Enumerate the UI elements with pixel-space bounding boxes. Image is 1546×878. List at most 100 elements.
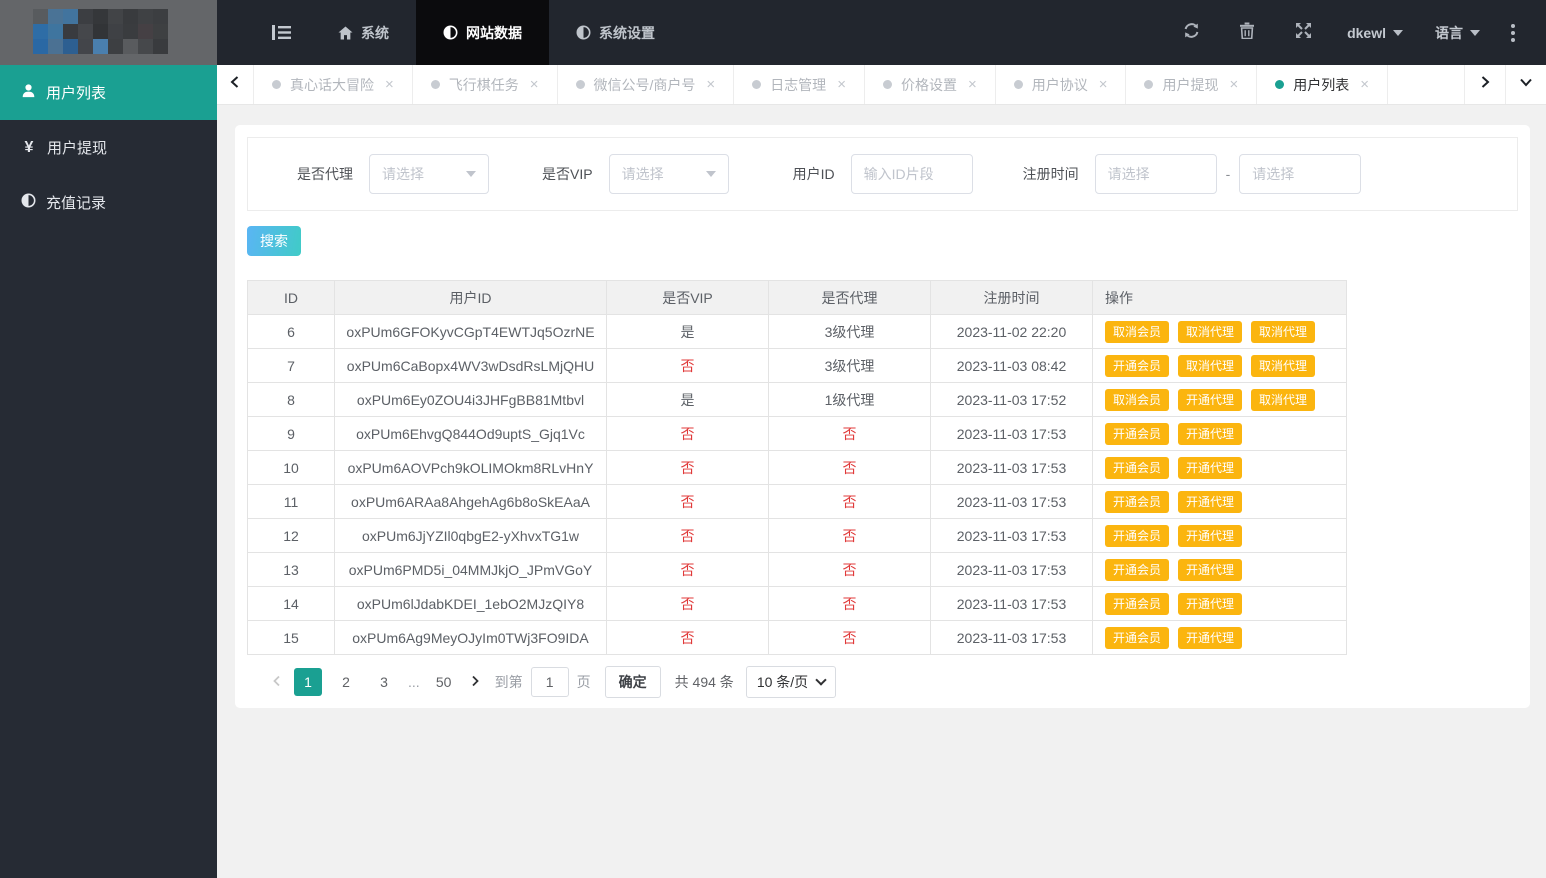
tab-close-icon[interactable]: × [530, 76, 539, 93]
row-reg-time: 2023-11-03 17:53 [930, 450, 1093, 485]
tab-close-icon[interactable]: × [1360, 76, 1369, 93]
nav-item-system-settings[interactable]: 系统设置 [549, 0, 682, 65]
row-agent: 否 [768, 552, 931, 587]
tab-truth-or-dare[interactable]: 真心话大冒险 × [254, 65, 413, 104]
sidebar-toggle-button[interactable] [251, 0, 311, 65]
row-id: 13 [247, 552, 335, 587]
tabs-scroll-right-button[interactable] [1464, 65, 1505, 104]
row-user-id: oxPUm6CaBopx4WV3wDsdRsLMjQHU [334, 348, 607, 383]
open-vip-button[interactable]: 开通会员 [1105, 558, 1170, 581]
cancel-agent-button[interactable]: 取消代理 [1251, 354, 1316, 377]
agent-filter-select[interactable]: 请选择 [369, 154, 489, 194]
tab-user-agreement[interactable]: 用户协议 × [996, 65, 1127, 104]
open-vip-button[interactable]: 开通会员 [1105, 490, 1170, 513]
header-reg-time: 注册时间 [930, 280, 1093, 315]
nav-item-site-data[interactable]: 网站数据 [416, 0, 549, 65]
cancel-agent-button[interactable]: 取消代理 [1251, 320, 1316, 343]
tab-price-settings[interactable]: 价格设置 × [865, 65, 996, 104]
tab-label: 微信公号/商户号 [593, 76, 696, 93]
search-button[interactable]: 搜索 [247, 226, 301, 256]
chevron-down-icon [1518, 75, 1534, 94]
half-circle-icon [21, 193, 36, 212]
open-vip-button[interactable]: 开通会员 [1105, 422, 1170, 445]
sidebar-item-user-withdraw[interactable]: ¥ 用户提现 [0, 120, 217, 175]
tabs-menu-button[interactable] [1505, 65, 1546, 104]
open-agent-button[interactable]: 开通代理 [1178, 388, 1243, 411]
tab-status-dot [430, 80, 440, 89]
tab-close-icon[interactable]: × [385, 76, 394, 93]
tab-close-icon[interactable]: × [837, 76, 846, 93]
open-agent-button[interactable]: 开通代理 [1178, 626, 1243, 649]
more-options-button[interactable] [1496, 0, 1530, 65]
filter-label-reg-time: 注册时间 [1022, 166, 1079, 182]
tabs-scroll-left-button[interactable] [217, 65, 254, 104]
refresh-icon [1183, 22, 1200, 44]
next-page-button[interactable] [463, 667, 487, 697]
open-agent-button[interactable]: 开通代理 [1178, 422, 1243, 445]
row-user-id: oxPUm6lJdabKDEI_1ebO2MJzQIY8 [334, 586, 607, 621]
tab-log-management[interactable]: 日志管理 × [734, 65, 865, 104]
language-label: 语言 [1435, 24, 1463, 41]
open-vip-button[interactable]: 开通会员 [1105, 592, 1170, 615]
open-agent-button[interactable]: 开通代理 [1178, 524, 1243, 547]
chevron-left-icon [228, 74, 242, 95]
language-dropdown[interactable]: 语言 [1419, 0, 1496, 65]
tab-wechat-official-merchant[interactable]: 微信公号/商户号 × [558, 65, 735, 104]
vertical-dots-icon [1511, 23, 1515, 28]
page-button-2[interactable]: 2 [332, 668, 360, 696]
top-navbar: 系统 网站数据 系统设置 dkewl 语言 [0, 0, 1546, 65]
select-value: 请选择 [382, 166, 424, 182]
filter-group-agent: 是否代理 请选择 [297, 154, 489, 194]
tab-close-icon[interactable]: × [1099, 76, 1108, 93]
nav-item-system[interactable]: 系统 [311, 0, 416, 65]
prev-page-button[interactable] [265, 667, 289, 697]
refresh-button[interactable] [1163, 0, 1219, 65]
tab-close-icon[interactable]: × [968, 76, 977, 93]
clear-cache-button[interactable] [1219, 0, 1275, 65]
reg-time-start-input[interactable] [1094, 154, 1217, 194]
cancel-agent-button[interactable]: 取消代理 [1178, 354, 1243, 377]
row-reg-time: 2023-11-03 08:42 [930, 348, 1093, 383]
row-vip: 否 [606, 416, 769, 451]
fullscreen-button[interactable] [1275, 0, 1331, 65]
page-size-select[interactable]: 10 条/页 [745, 666, 837, 698]
open-agent-button[interactable]: 开通代理 [1178, 558, 1243, 581]
header-agent: 是否代理 [768, 280, 931, 315]
page-button-1[interactable]: 1 [294, 668, 322, 696]
open-vip-button[interactable]: 开通会员 [1105, 524, 1170, 547]
open-vip-button[interactable]: 开通会员 [1105, 456, 1170, 479]
tab-close-icon[interactable]: × [1229, 76, 1238, 93]
page-button-50[interactable]: 50 [430, 668, 458, 696]
open-vip-button[interactable]: 开通会员 [1105, 626, 1170, 649]
cancel-vip-button[interactable]: 取消会员 [1105, 388, 1170, 411]
navbar-menu: 系统 网站数据 系统设置 [217, 0, 682, 65]
open-agent-button[interactable]: 开通代理 [1178, 592, 1243, 615]
vip-filter-select[interactable]: 请选择 [608, 154, 729, 194]
sidebar-item-recharge-records[interactable]: 充值记录 [0, 175, 217, 230]
fullscreen-expand-icon [1295, 22, 1312, 44]
nav-item-label: 系统 [361, 24, 389, 41]
sidebar-item-user-list[interactable]: 用户列表 [0, 65, 217, 120]
open-agent-button[interactable]: 开通代理 [1178, 456, 1243, 479]
row-vip: 否 [606, 620, 769, 655]
cancel-agent-button[interactable]: 取消代理 [1178, 320, 1243, 343]
user-id-input[interactable] [850, 154, 973, 194]
tab-flight-chess-task[interactable]: 飞行棋任务 × [413, 65, 558, 104]
tab-user-withdraw[interactable]: 用户提现 × [1126, 65, 1258, 104]
tab-close-icon[interactable]: × [706, 76, 715, 93]
page-button-3[interactable]: 3 [370, 668, 398, 696]
user-menu-dropdown[interactable]: dkewl [1331, 0, 1419, 65]
open-vip-button[interactable]: 开通会员 [1105, 354, 1170, 377]
tab-status-dot [882, 80, 892, 89]
tab-bar: 真心话大冒险 × 飞行棋任务 × 微信公号/商户号 × 日志管理 × 价格设置 × 用户协议 × 用户提… [217, 65, 1546, 105]
sidebar-item-label: 用户列表 [46, 85, 107, 102]
row-agent: 否 [768, 484, 931, 519]
row-actions: 开通会员 开通代理 [1092, 484, 1347, 519]
goto-page-input[interactable] [530, 667, 569, 697]
reg-time-end-input[interactable] [1239, 154, 1362, 194]
tab-user-list[interactable]: 用户列表 × [1257, 65, 1389, 104]
cancel-vip-button[interactable]: 取消会员 [1105, 320, 1170, 343]
cancel-agent-button[interactable]: 取消代理 [1251, 388, 1316, 411]
open-agent-button[interactable]: 开通代理 [1178, 490, 1243, 513]
goto-confirm-button[interactable]: 确定 [604, 666, 661, 698]
